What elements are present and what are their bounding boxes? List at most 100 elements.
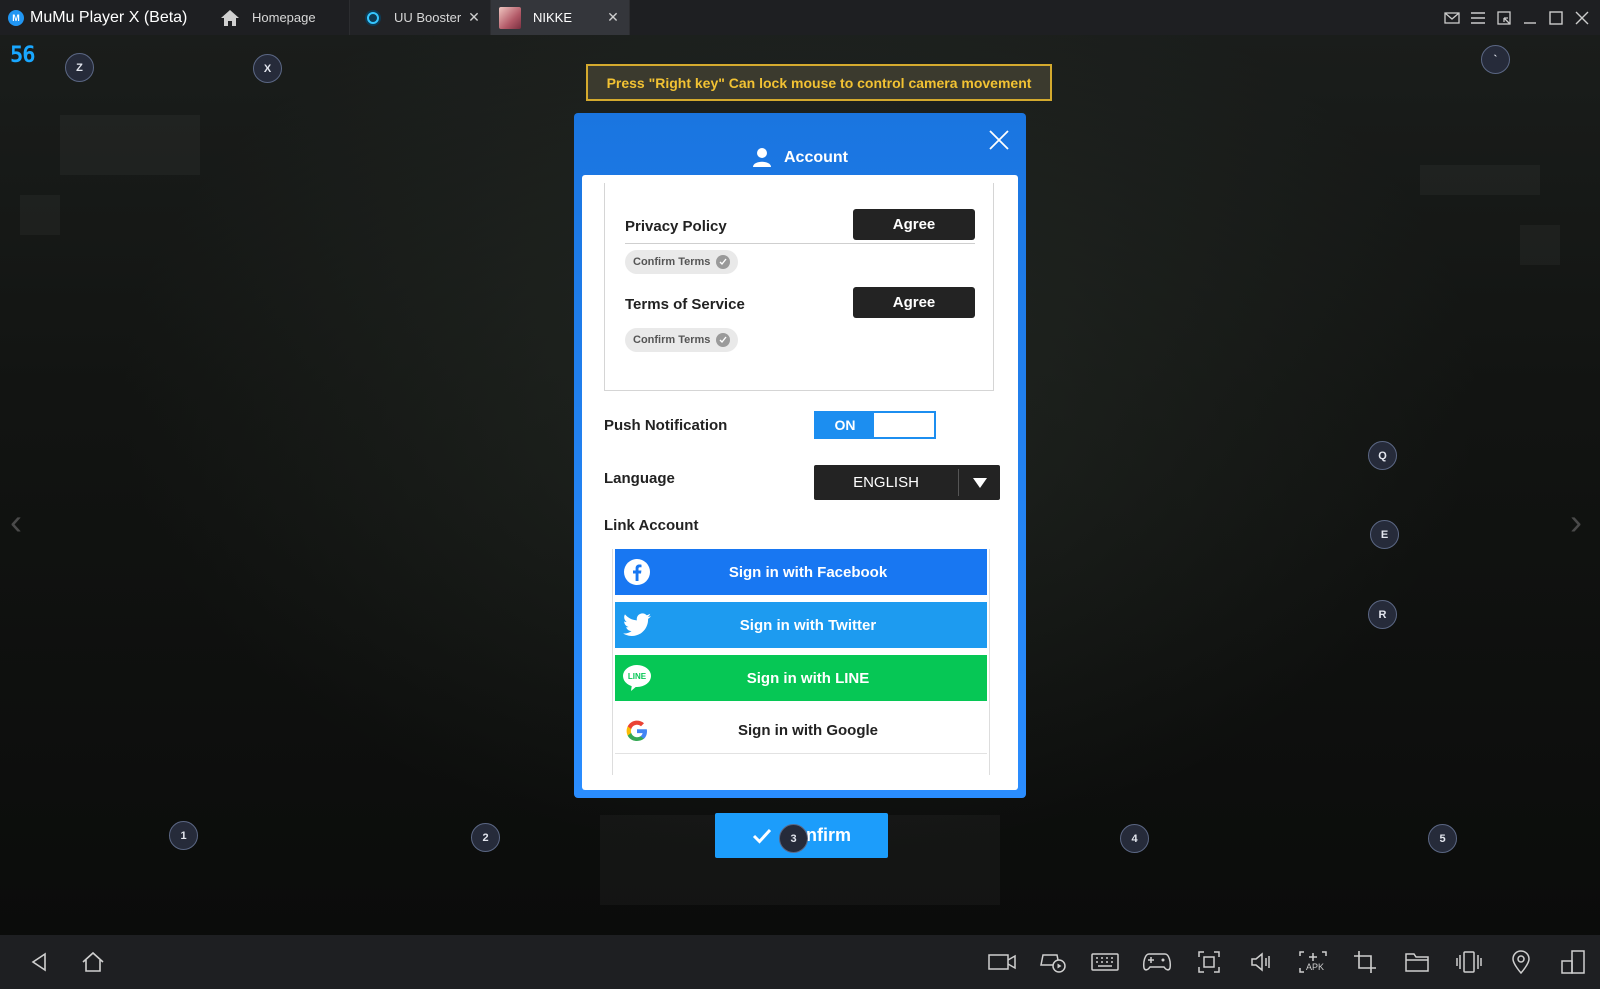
sign-in-facebook-label: Sign in with Facebook [728, 563, 888, 581]
key-badge-3[interactable]: 3 [779, 824, 808, 853]
shake-icon[interactable] [1453, 948, 1485, 976]
mumu-player-window: { "app": { "title": "MuMu Player X (Beta… [0, 0, 1600, 989]
close-window-icon[interactable] [1574, 10, 1590, 26]
right-arrow-icon[interactable]: › [1570, 501, 1582, 543]
sign-in-line-button[interactable]: LINE Sign in with LINE [615, 655, 987, 701]
checkmark-icon [752, 828, 772, 844]
key-badge-x[interactable]: X [253, 54, 282, 83]
video-record-icon[interactable] [986, 948, 1018, 976]
tab-label: Homepage [252, 10, 316, 25]
terms-agree-button[interactable]: Agree [853, 287, 975, 318]
terms-of-service-row: Terms of Service Agree Confirm Terms [625, 283, 975, 353]
key-badge-4[interactable]: 4 [1120, 824, 1149, 853]
crop-icon[interactable] [1349, 948, 1381, 976]
language-value: ENGLISH [853, 474, 919, 491]
check-circle-icon [716, 255, 731, 269]
key-badge-backtick[interactable]: ` [1481, 45, 1510, 74]
confirm-terms-label: Confirm Terms [633, 256, 711, 268]
maximize-icon[interactable] [1548, 10, 1564, 26]
nikke-app-icon [499, 6, 521, 29]
key-badge-r[interactable]: R [1368, 600, 1397, 629]
privacy-agree-button[interactable]: Agree [853, 209, 975, 240]
close-tab-icon[interactable]: ✕ [605, 9, 621, 25]
keyboard-icon[interactable] [1089, 948, 1121, 976]
tab-nikke[interactable]: NIKKE ✕ [491, 0, 630, 35]
push-notification-toggle[interactable]: ON [814, 411, 936, 439]
game-background-icon [20, 195, 60, 235]
gamepad-record-icon[interactable] [1037, 948, 1069, 976]
window-controls [1444, 0, 1590, 35]
bottom-toolbar: APK [0, 935, 1600, 989]
google-icon [615, 708, 659, 754]
key-badge-2[interactable]: 2 [471, 823, 500, 852]
toggle-state: ON [816, 413, 874, 437]
language-select[interactable]: ENGLISH [814, 465, 1000, 500]
twitter-icon [615, 602, 659, 648]
mumu-logo-icon: M [8, 9, 24, 26]
menu-icon[interactable] [1470, 10, 1486, 26]
language-label: Language [604, 470, 675, 487]
folder-icon[interactable] [1401, 948, 1433, 976]
terms-section: Privacy Policy Agree Confirm Terms Terms… [604, 183, 994, 391]
sign-in-google-label: Sign in with Google [738, 722, 878, 739]
sign-in-twitter-button[interactable]: Sign in with Twitter [615, 602, 987, 648]
key-badge-q[interactable]: Q [1368, 441, 1397, 470]
sign-in-line-label: Sign in with LINE [746, 669, 870, 687]
close-dialog-icon[interactable] [988, 129, 1010, 151]
mail-icon[interactable] [1444, 10, 1460, 26]
key-badge-5[interactable]: 5 [1428, 824, 1457, 853]
tab-homepage[interactable]: Homepage [210, 0, 350, 35]
dialog-title: Account [784, 149, 848, 166]
title-bar: M MuMu Player X (Beta) Homepage UU Boost… [0, 0, 1600, 35]
facebook-icon [615, 549, 659, 595]
account-dialog: Account Privacy Policy Agree Confirm Ter… [574, 113, 1026, 798]
sign-in-google-button[interactable]: Sign in with Google [615, 708, 987, 754]
apk-install-icon[interactable]: APK [1297, 948, 1329, 976]
tab-label: NIKKE [533, 10, 573, 25]
game-background-icon [1520, 225, 1560, 265]
camera-lock-tooltip: Press "Right key" Can lock mouse to cont… [586, 64, 1052, 101]
key-badge-1[interactable]: 1 [169, 821, 198, 850]
back-icon[interactable] [25, 948, 53, 976]
confirm-terms-label: Confirm Terms [633, 334, 711, 346]
gamepad-icon[interactable] [1141, 948, 1173, 976]
push-notification-label: Push Notification [604, 417, 728, 434]
tab-label: UU Booster [394, 10, 462, 25]
home-icon[interactable] [79, 948, 107, 976]
privacy-confirm-terms-link[interactable]: Confirm Terms [625, 250, 739, 274]
chevron-down-icon [959, 477, 1000, 488]
fps-counter: 56 [10, 43, 35, 68]
game-background-logo [60, 115, 200, 175]
dialog-header: Account [574, 113, 1026, 175]
left-arrow-icon[interactable]: ‹ [10, 501, 22, 543]
terms-confirm-terms-link[interactable]: Confirm Terms [625, 328, 739, 352]
user-icon [752, 147, 772, 167]
key-badge-z[interactable]: Z [65, 53, 94, 82]
home-icon [220, 9, 240, 27]
minimize-icon[interactable] [1522, 10, 1538, 26]
multi-window-icon[interactable] [1557, 948, 1589, 976]
sign-in-facebook-button[interactable]: Sign in with Facebook [615, 549, 987, 595]
link-account-label: Link Account [604, 517, 699, 534]
location-icon[interactable] [1505, 948, 1537, 976]
shrink-window-icon[interactable] [1496, 10, 1512, 26]
line-icon: LINE [615, 655, 659, 701]
check-circle-icon [716, 333, 731, 347]
uu-booster-icon [364, 9, 382, 27]
volume-icon[interactable] [1245, 948, 1277, 976]
svg-text:APK: APK [1306, 962, 1324, 972]
link-account-list: Sign in with Facebook Sign in with Twitt… [612, 549, 990, 775]
game-background-banner [1420, 165, 1540, 195]
svg-text:LINE: LINE [628, 672, 647, 681]
privacy-policy-label: Privacy Policy [625, 218, 727, 235]
sign-in-twitter-label: Sign in with Twitter [739, 616, 877, 634]
divider [625, 243, 975, 244]
tab-uu-booster[interactable]: UU Booster ✕ [350, 0, 491, 35]
screenshot-icon[interactable] [1193, 948, 1225, 976]
key-badge-e[interactable]: E [1370, 520, 1399, 549]
dialog-body: Privacy Policy Agree Confirm Terms Terms… [582, 175, 1018, 790]
terms-of-service-label: Terms of Service [625, 296, 745, 313]
app-title: M MuMu Player X (Beta) [0, 0, 210, 35]
close-tab-icon[interactable]: ✕ [466, 9, 482, 25]
app-title-text: MuMu Player X (Beta) [30, 8, 188, 26]
